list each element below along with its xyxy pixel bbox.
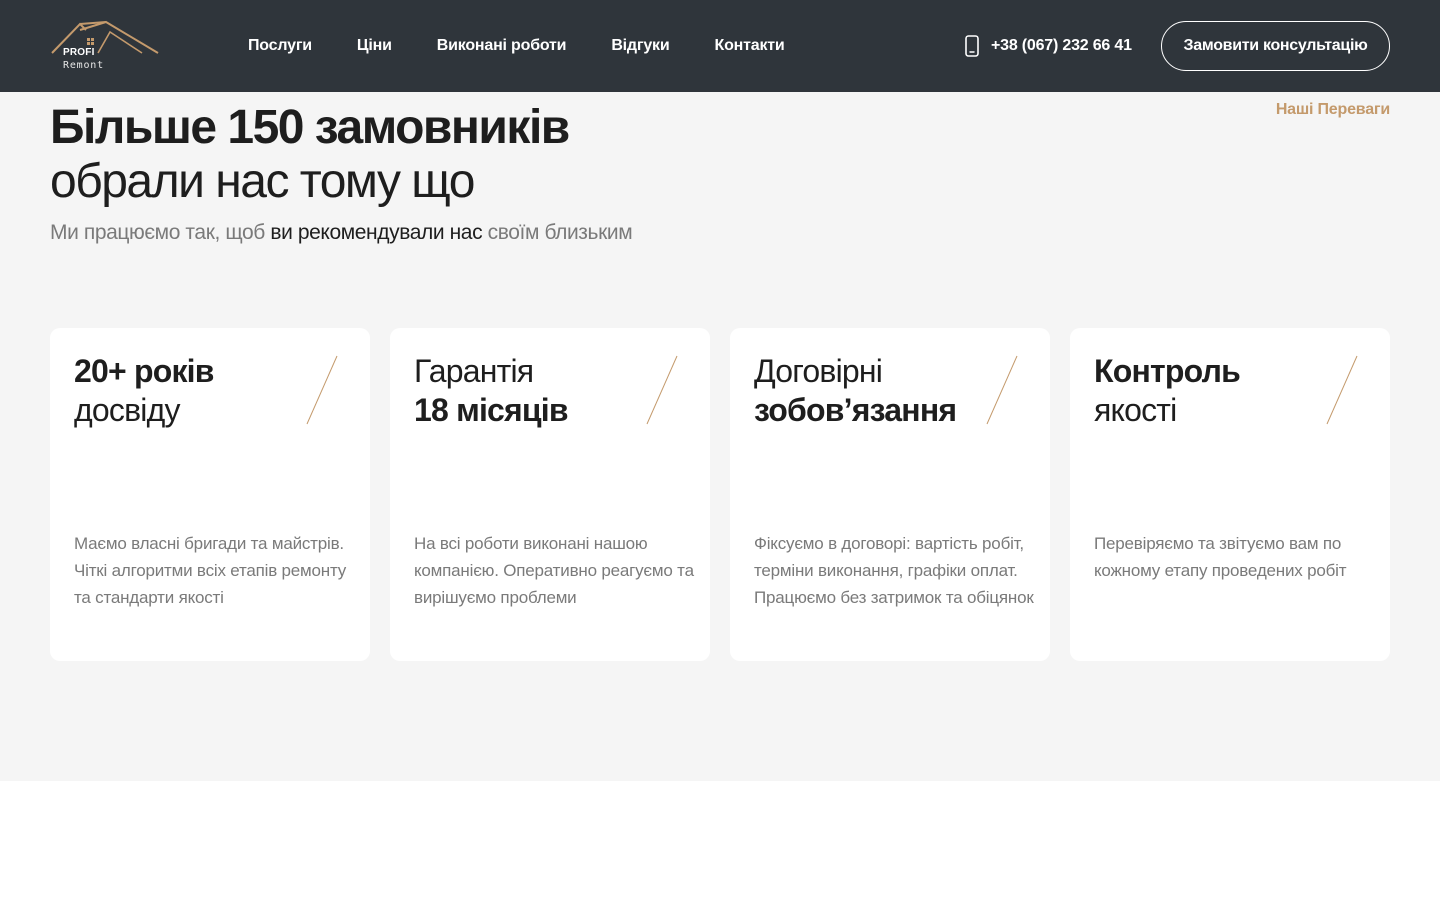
card-title-line1: Контроль xyxy=(1094,353,1241,389)
logo-text-profi: PROFI xyxy=(63,47,95,58)
section-lead: Ми працюємо так, щоб ви рекомендували на… xyxy=(50,221,633,245)
card-title-line2: досвіду xyxy=(74,392,180,428)
advantage-card-experience: 20+ років досвіду Маємо власні бригади т… xyxy=(50,328,370,661)
card-title-line2: зобов’язання xyxy=(754,392,957,428)
card-description: Фіксуємо в договорі: вартість робіт, тер… xyxy=(754,534,1034,607)
advantages-section: Наші Переваги Більше 150 замовників обра… xyxy=(0,92,1440,781)
card-title: Договірні зобов’язання xyxy=(754,352,957,430)
logo-text-remont: Remont xyxy=(63,60,104,71)
diagonal-line-icon xyxy=(306,355,338,425)
logo[interactable]: PROFI Remont xyxy=(50,20,162,74)
main-nav: Послуги Ціни Виконані роботи Відгуки Кон… xyxy=(248,0,830,92)
section-subheading: обрали нас тому що xyxy=(50,155,475,208)
card-title-line1: Гарантія xyxy=(414,353,534,389)
card-description: На всі роботи виконані нашою компанією. … xyxy=(414,534,694,607)
nav-item-completed-works[interactable]: Виконані роботи xyxy=(437,37,567,55)
nav-item-prices[interactable]: Ціни xyxy=(357,37,392,55)
card-title-line1: 20+ років xyxy=(74,353,214,389)
card-title: 20+ років досвіду xyxy=(74,352,214,430)
phone-link[interactable]: +38 (067) 232 66 41 xyxy=(965,35,1132,57)
advantage-card-contract: Договірні зобов’язання Фіксуємо в догово… xyxy=(730,328,1050,661)
lead-text-emphasis: ви рекомендували нас xyxy=(270,221,483,244)
diagonal-line-icon xyxy=(646,355,678,425)
lead-text-after: своїм близьким xyxy=(482,221,633,244)
diagonal-line-icon xyxy=(1326,355,1358,425)
card-title-line1: Договірні xyxy=(754,353,883,389)
card-description: Перевіряємо та звітуємо вам по кожному е… xyxy=(1094,534,1347,580)
advantage-card-guarantee: Гарантія 18 місяців На всі роботи викона… xyxy=(390,328,710,661)
site-header: PROFI Remont Послуги Ціни Виконані робот… xyxy=(0,0,1440,92)
card-title: Контроль якості xyxy=(1094,352,1241,430)
card-title: Гарантія 18 місяців xyxy=(414,352,569,430)
nav-item-services[interactable]: Послуги xyxy=(248,37,312,55)
card-description: Маємо власні бригади та майстрів. Чіткі … xyxy=(74,534,347,607)
card-title-line2: 18 місяців xyxy=(414,392,569,428)
smartphone-icon xyxy=(965,35,979,57)
phone-number: +38 (067) 232 66 41 xyxy=(991,37,1132,54)
card-title-line2: якості xyxy=(1094,392,1177,428)
lead-text-before: Ми працюємо так, щоб xyxy=(50,221,271,244)
section-heading: Більше 150 замовників xyxy=(50,101,570,154)
nav-item-contacts[interactable]: Контакти xyxy=(715,37,785,55)
section-eyebrow: Наші Переваги xyxy=(1275,101,1390,118)
advantage-cards: 20+ років досвіду Маємо власні бригади т… xyxy=(50,328,1390,661)
advantage-card-quality-control: Контроль якості Перевіряємо та звітуємо … xyxy=(1070,328,1390,661)
diagonal-line-icon xyxy=(986,355,1018,425)
nav-item-reviews[interactable]: Відгуки xyxy=(611,37,669,55)
order-consultation-button[interactable]: Замовити консультацію xyxy=(1161,21,1390,71)
